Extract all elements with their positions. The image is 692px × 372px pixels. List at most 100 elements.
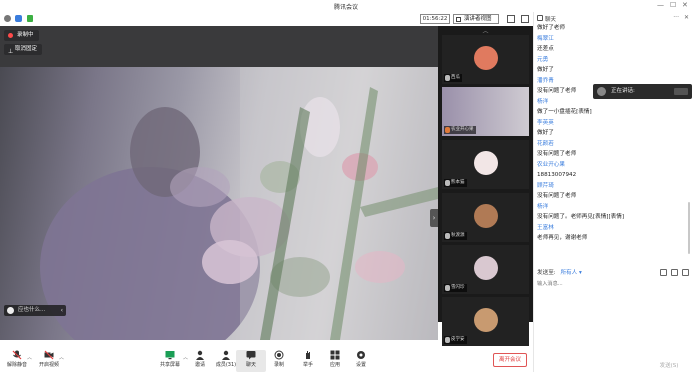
record-icon [274,350,284,360]
chevron-left-icon: ‹ [60,307,63,314]
window-title: 腾讯会议 [333,4,358,11]
unmute-label: 解除静音 [6,362,27,368]
chat-panel: 聊天 ··· ✕ 做好了老师 梅翠江 还差点 元勇 做好了 潘乔青 没有问题了老师 杨洋 做了一… [533,12,692,372]
main-video-feed[interactable] [0,67,438,340]
close-chat-icon[interactable]: ✕ [684,14,689,21]
send-button[interactable]: 发送(S) [656,361,682,371]
chat-sender-name[interactable]: 元勇 [537,55,685,66]
send-to-selector[interactable]: 所有人 ▾ [560,270,581,276]
chat-message-text: 做了一小盘插花[表情] [537,109,592,115]
meeting-timer: 01:56:22 [420,14,450,24]
participant-name: 秋渡源 [451,233,465,238]
invite-user-icon [196,350,204,360]
participant-tile[interactable]: 皮学安 [442,297,529,346]
send-to-label: 发送至: [537,270,556,276]
microphone-icon [445,337,450,343]
chat-scrollbar[interactable] [688,202,690,254]
chat-sender-name[interactable]: 顾芹琦 [537,181,685,192]
participant-avatar [474,256,498,280]
layout-icon[interactable] [521,15,529,23]
meeting-info-icon[interactable] [4,15,11,22]
send-to-value: 所有人 [560,270,578,276]
unpin-label: 取消固定 [15,46,38,52]
chat-message-text: 还差点 [537,46,554,52]
chat-bubble-icon [246,351,256,360]
audio-level-icon [674,88,688,95]
minimize-button[interactable]: — [657,1,664,9]
audio-options-caret-icon[interactable]: ︿ [27,354,32,361]
more-options-icon[interactable]: ··· [673,14,679,21]
security-shield-icon[interactable] [15,15,22,22]
network-signal-icon[interactable] [27,15,33,22]
microphone-icon [445,127,450,133]
participant-name: 皮学安 [451,337,465,342]
video-options-caret-icon[interactable]: ︿ [59,354,64,361]
participant-name-tag: 皮学安 [444,336,467,344]
main-speaker-name: 应也什么... [18,307,46,313]
maximize-button[interactable]: ☐ [670,1,676,9]
meeting-window: 腾讯会议 — ☐ ✕ 01:56:22 演讲者视图 录制中 ⊥ 取消固定 应也什… [0,0,692,372]
collapse-strip-button[interactable]: › [430,209,438,227]
microphone-icon [445,285,450,291]
chat-message-list[interactable]: 做好了老师 梅翠江 还差点 元勇 做好了 潘乔青 没有问题了老师 杨洋 做了一小盘插花[表情] 李… [537,23,685,263]
participant-avatar [474,46,498,70]
participant-tile[interactable]: 西瓜 [442,35,529,84]
view-mode-label: 演讲者视图 [464,16,492,22]
raise-hand-label: 举手 [302,362,313,368]
chat-message-text: 没有问题了。老师再见[表情][表情] [537,214,625,220]
participant-name-tag: 熊本猫 [444,179,467,187]
chat-title: 聊天 [545,17,557,23]
fullscreen-icon[interactable] [507,15,515,23]
send-to-row: 发送至: 所有人 ▾ [537,268,689,278]
title-bar: 腾讯会议 — ☐ ✕ [0,0,692,12]
participant-tile-video[interactable]: 农业开心果 [442,87,529,136]
apps-grid-icon [330,350,340,360]
chat-message-text: 老师再见，谢谢老师 [537,235,588,241]
chat-sender-name[interactable]: 梅翠江 [537,34,685,45]
recording-dot-icon [8,33,13,38]
leave-meeting-button[interactable]: 离开会议 [493,353,527,367]
unpin-button[interactable]: ⊥ 取消固定 [4,44,43,55]
chat-message-input[interactable] [537,279,687,289]
record-label: 录制 [273,362,284,368]
folder-icon[interactable] [660,269,668,276]
chat-sender-name[interactable]: 李英英 [537,118,685,129]
recording-label: 录制中 [17,32,34,38]
chat-sender-name[interactable]: 农业开心果 [537,160,685,171]
participant-tile[interactable]: 雪闪珍 [442,245,529,294]
chat-label: 聊天 [245,362,256,368]
meeting-top-bar: 01:56:22 演讲者视图 [0,12,533,26]
chat-sender-name[interactable]: 花颜若 [537,139,685,150]
settings-button[interactable]: 设置 [346,350,376,372]
flower-video-scene [40,67,438,340]
chat-message-text: 做好了老师 [537,25,565,31]
share-screen-icon [165,351,175,360]
raise-hand-button[interactable]: 举手 [293,350,323,372]
strip-scroll-up-icon[interactable]: ︿ [442,28,529,35]
hand-icon [306,351,310,359]
view-mode-button[interactable]: 演讲者视图 [453,14,499,24]
participant-name-tag: 西瓜 [444,74,462,82]
participant-name-tag: 农业开心果 [444,126,476,134]
participant-tile[interactable]: 秋渡源 [442,193,529,242]
chat-sender-name[interactable]: 杨洋 [537,202,685,213]
speaking-label: 正在讲话: [611,88,635,94]
participant-name-tag: 雪闪珍 [444,284,467,292]
main-speaker-name-tag[interactable]: 应也什么... ‹ [4,305,66,316]
members-icon [222,350,230,360]
image-icon[interactable] [671,269,679,276]
share-screen-button[interactable]: 共享屏幕 [155,350,185,372]
chat-icon [537,15,543,21]
participant-name: 雪闪珍 [451,285,465,290]
file-icon[interactable] [682,269,689,276]
chat-message-text: 做好了 [537,67,554,73]
speaking-indicator: 正在讲话: [593,84,692,99]
close-window-button[interactable]: ✕ [682,1,688,9]
record-button[interactable]: 录制 [264,350,294,372]
chat-message-text: 没有问题了老师 [537,193,577,199]
chat-sender-name[interactable]: 王富林 [537,223,685,234]
chat-button[interactable]: 聊天 [236,350,266,372]
muted-microphone-icon [12,350,22,360]
start-video-label: 开启视频 [38,362,59,368]
participant-tile[interactable]: 熊本猫 [442,140,529,189]
